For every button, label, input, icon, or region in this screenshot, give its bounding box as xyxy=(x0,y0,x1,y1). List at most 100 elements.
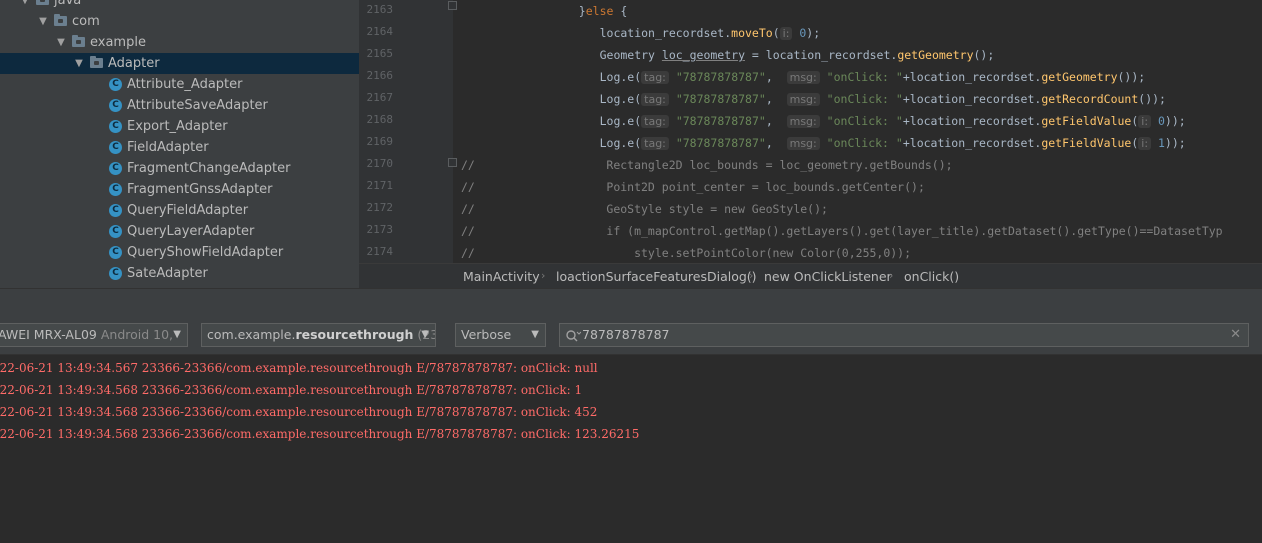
tree-item-label: Adapter xyxy=(108,56,160,71)
code-line[interactable]: // Point2D point_center = loc_bounds.get… xyxy=(461,177,925,197)
code-token: , xyxy=(765,136,787,150)
code-line[interactable]: Log.e(tag: "78787878787", msg: "onClick:… xyxy=(600,111,1186,132)
breadcrumb-listener[interactable]: new OnClickListener xyxy=(764,269,892,284)
code-line[interactable]: // if (m_mapControl.getMap().getLayers()… xyxy=(461,221,1223,241)
tree-class-item[interactable]: C QueryFieldAdapter xyxy=(0,200,359,221)
tree-folder-item[interactable]: ▼ java xyxy=(0,0,359,11)
tree-class-item[interactable]: C QueryShowFieldAdapter xyxy=(0,242,359,263)
process-select[interactable]: com.example.resourcethrough (23 ▼ xyxy=(201,323,436,347)
code-line[interactable]: // style.setPointColor(new Color(0,255,0… xyxy=(461,243,911,263)
code-token: else xyxy=(585,4,614,18)
chevron-down-icon: ▼ xyxy=(173,329,181,340)
fold-marker-icon[interactable] xyxy=(448,1,457,10)
code-token: "78787878787" xyxy=(668,92,766,106)
code-token: // if (m_mapControl.getMap().getLayers()… xyxy=(461,224,1223,238)
tree-item-label: Attribute_Adapter xyxy=(127,77,243,92)
code-token: { xyxy=(613,4,628,18)
process-name: resourcethrough xyxy=(295,327,414,342)
code-token: Log.e( xyxy=(599,92,642,106)
code-line[interactable]: }else { xyxy=(579,1,628,21)
code-line[interactable]: Log.e(tag: "78787878787", msg: "onClick:… xyxy=(599,67,1145,88)
code-token: getGeometry xyxy=(897,48,974,62)
code-token: getFieldValue xyxy=(1041,136,1132,150)
line-number: 2167 xyxy=(366,91,394,104)
editor-gutter: 2163 2164 2165 2166 2167 2168 2169 2170 2171 2172… xyxy=(359,0,457,263)
tree-class-item[interactable]: C Export_Adapter xyxy=(0,116,359,137)
line-number: 2173 xyxy=(366,223,394,236)
log-entry[interactable]: 022-06-21 13:49:34.568 23366-23366/com.e… xyxy=(0,403,597,421)
line-number: 2165 xyxy=(366,47,394,60)
device-name: AWEI MRX-AL09 xyxy=(0,327,97,342)
java-class-icon: C xyxy=(109,162,122,175)
expand-arrow-icon[interactable]: ▼ xyxy=(74,53,84,74)
device-select[interactable]: AWEI MRX-AL09 Android 10, ▼ xyxy=(0,323,188,347)
code-token: +location_recordset. xyxy=(902,92,1042,106)
logcat-output[interactable]: 022-06-21 13:49:34.567 23366-23366/com.e… xyxy=(0,355,1262,543)
tree-class-item[interactable]: C QueryLayerAdapter xyxy=(0,221,359,242)
project-tree[interactable]: ▼ java ▼ com ▼ example ▼ Adapter C Attribute_Adap… xyxy=(0,0,359,288)
log-level-value: Verbose xyxy=(461,327,512,342)
tree-class-item[interactable]: C Attribute_Adapter xyxy=(0,74,359,95)
search-input[interactable]: 78787878787 xyxy=(582,324,669,346)
tree-item-label: example xyxy=(90,35,146,50)
logcat-search[interactable]: 78787878787 ✕ xyxy=(559,323,1249,347)
code-token: Log.e( xyxy=(599,136,642,150)
expand-arrow-icon[interactable]: ▼ xyxy=(56,32,66,53)
tree-class-item[interactable]: C FieldAdapter xyxy=(0,137,359,158)
code-line[interactable]: Geometry loc_geometry = location_records… xyxy=(600,45,995,65)
code-token: getFieldValue xyxy=(1041,114,1132,128)
code-line[interactable]: Log.e(tag: "78787878787", msg: "onClick:… xyxy=(600,89,1166,110)
tree-item-label: java xyxy=(54,0,82,8)
code-token: ( xyxy=(772,26,780,40)
breadcrumb-onclick[interactable]: onClick() xyxy=(904,269,959,284)
tree-class-item[interactable]: C SateAdapter xyxy=(0,263,359,284)
panel-divider[interactable] xyxy=(0,288,1262,321)
expand-arrow-icon[interactable]: ▼ xyxy=(38,11,48,32)
parameter-hint: tag: xyxy=(641,137,669,150)
code-line[interactable]: // GeoStyle style = new GeoStyle(); xyxy=(461,199,828,219)
code-line[interactable]: // Rectangle2D loc_bounds = loc_geometry… xyxy=(461,155,953,175)
java-class-icon: C xyxy=(109,120,122,133)
code-token: +location_recordset. xyxy=(902,114,1042,128)
breadcrumb-main-activity[interactable]: MainActivity xyxy=(463,269,540,284)
breadcrumb-dialog-method[interactable]: loactionSurfaceFeaturesDialog() xyxy=(556,269,757,284)
line-number: 2172 xyxy=(366,201,394,214)
log-entry[interactable]: 022-06-21 13:49:34.568 23366-23366/com.e… xyxy=(0,381,582,399)
tree-class-item[interactable]: C AttributeSaveAdapter xyxy=(0,95,359,116)
code-token: 0 xyxy=(1151,114,1165,128)
code-token: "78787878787" xyxy=(668,70,766,84)
java-class-icon: C xyxy=(109,141,122,154)
log-entry[interactable]: 022-06-21 13:49:34.568 23366-23366/com.e… xyxy=(0,425,639,443)
code-editor[interactable]: 2163 2164 2165 2166 2167 2168 2169 2170 2171 2172… xyxy=(359,0,1262,263)
code-token: // style.setPointColor(new Color(0,255,0… xyxy=(461,246,912,260)
tree-item-label: FragmentChangeAdapter xyxy=(127,161,291,176)
tree-folder-item[interactable]: ▼ Adapter xyxy=(0,53,359,74)
code-token: "onClick: " xyxy=(819,92,903,106)
code-token: location_recordset. xyxy=(599,26,732,40)
code-token: Log.e( xyxy=(599,70,642,84)
parameter-hint: tag: xyxy=(641,71,669,84)
code-line[interactable]: Log.e(tag: "78787878787", msg: "onClick:… xyxy=(600,133,1186,154)
code-token: getGeometry xyxy=(1041,70,1118,84)
tree-class-item[interactable]: C FragmentChangeAdapter xyxy=(0,158,359,179)
code-token: , xyxy=(765,92,787,106)
code-token: "78787878787" xyxy=(668,136,766,150)
parameter-hint: i: xyxy=(1138,115,1152,128)
code-token: , xyxy=(765,114,787,128)
expand-arrow-icon[interactable]: ▼ xyxy=(20,0,30,11)
code-line[interactable]: location_recordset.moveTo(i: 0); xyxy=(599,23,820,44)
tree-class-item[interactable]: C FragmentGnssAdapter xyxy=(0,179,359,200)
package-folder-icon xyxy=(36,0,49,5)
fold-marker-icon[interactable] xyxy=(448,158,457,167)
parameter-hint: msg: xyxy=(786,71,820,84)
code-token: +location_recordset. xyxy=(902,136,1042,150)
parameter-hint: msg: xyxy=(786,115,820,128)
log-level-select[interactable]: Verbose ▼ xyxy=(455,323,546,347)
line-number: 2166 xyxy=(366,69,394,82)
log-entry[interactable]: 022-06-21 13:49:34.567 23366-23366/com.e… xyxy=(0,359,598,377)
tree-folder-item[interactable]: ▼ com xyxy=(0,11,359,32)
clear-search-icon[interactable]: ✕ xyxy=(1230,324,1241,346)
tree-folder-item[interactable]: ▼ example xyxy=(0,32,359,53)
code-token: // Rectangle2D loc_bounds = loc_geometry… xyxy=(461,158,953,172)
code-token: // Point2D point_center = loc_bounds.get… xyxy=(461,180,925,194)
